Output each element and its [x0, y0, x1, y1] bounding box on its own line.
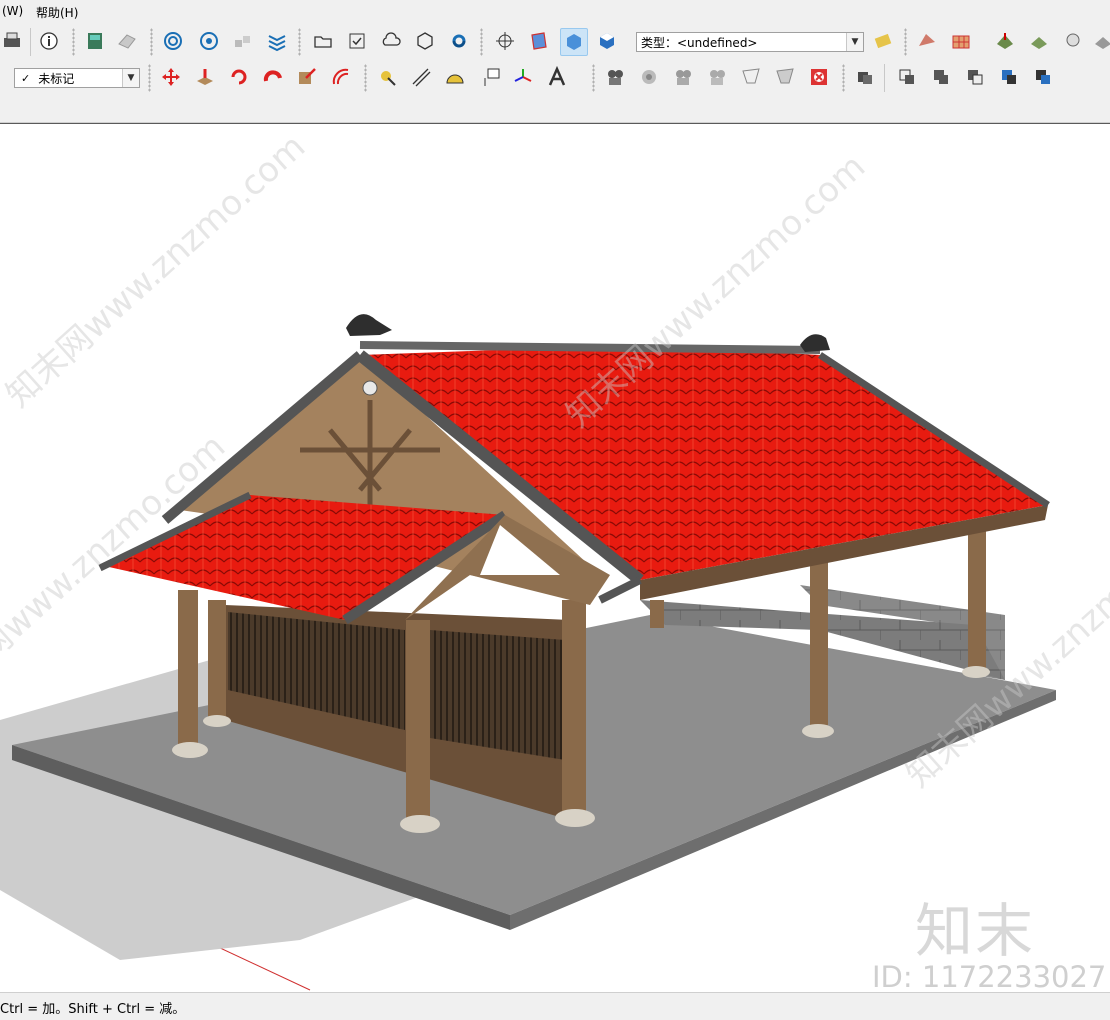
- union-icon[interactable]: [928, 64, 954, 90]
- position-camera-icon[interactable]: [602, 64, 628, 90]
- chevron-down-icon[interactable]: ▼: [122, 69, 139, 87]
- rotate-icon[interactable]: [226, 64, 252, 90]
- orbit-add-icon[interactable]: [196, 28, 222, 54]
- separator: [480, 28, 483, 56]
- solid-outer-shell-icon[interactable]: [852, 64, 878, 90]
- add-detail-icon[interactable]: [1090, 28, 1110, 54]
- type-dropdown-value: 类型：<undefined>: [641, 35, 758, 50]
- tag-dropdown[interactable]: ✓ 未标记 ▼: [14, 68, 140, 88]
- toolbar-area: 类型：<undefined> ▼ ✓ 未标记 ▼: [0, 22, 1110, 123]
- ridge-beast: [800, 334, 830, 352]
- follow-me-icon[interactable]: [260, 64, 286, 90]
- separator: [150, 28, 153, 56]
- separator: [884, 64, 885, 92]
- display-section-icon[interactable]: [560, 28, 588, 56]
- frustum-icon[interactable]: [738, 64, 764, 90]
- push-pull-icon[interactable]: [192, 64, 218, 90]
- column: [178, 590, 198, 745]
- folder-upload-icon[interactable]: [310, 28, 336, 54]
- protractor-icon[interactable]: [442, 64, 468, 90]
- status-bar: Ctrl = 加。Shift + Ctrl = 减。: [0, 992, 1110, 1020]
- lattice-door: [430, 630, 565, 760]
- intersect-icon[interactable]: [894, 64, 920, 90]
- chevron-down-icon[interactable]: ▼: [846, 33, 863, 51]
- separator: [364, 64, 367, 92]
- ridge-beast: [346, 314, 392, 336]
- section-plane-icon[interactable]: [526, 28, 552, 54]
- menu-window[interactable]: (W): [2, 4, 23, 18]
- column: [968, 530, 986, 670]
- column-base: [203, 715, 231, 727]
- sandbox-contours-icon[interactable]: [914, 28, 940, 54]
- components-icon[interactable]: [82, 28, 108, 54]
- menu-bar: (W) 帮助(H): [0, 0, 1110, 22]
- check-icon: ✓: [21, 71, 31, 85]
- sandbox-scratch-icon[interactable]: [948, 28, 974, 54]
- sync-icon[interactable]: [446, 28, 472, 54]
- separator: [148, 64, 151, 92]
- menu-help[interactable]: 帮助(H): [36, 4, 78, 21]
- checkbox-icon[interactable]: [344, 28, 370, 54]
- cubes-icon[interactable]: [230, 28, 256, 54]
- dimension-icon[interactable]: [408, 64, 434, 90]
- separator: [904, 28, 907, 56]
- toolbar-row-1: 类型：<undefined> ▼: [0, 24, 1110, 60]
- watermark-id: ID: 1172233027: [872, 960, 1107, 994]
- toolbar-row-2: ✓ 未标记 ▼: [0, 60, 1110, 96]
- gable-ornament: [362, 380, 378, 396]
- smoove-icon[interactable]: [992, 28, 1018, 54]
- 3d-text-icon[interactable]: [544, 64, 570, 90]
- scale-icon[interactable]: [294, 64, 320, 90]
- column: [208, 600, 226, 718]
- roof-ridge: [359, 341, 821, 354]
- orbit-target-icon[interactable]: [160, 28, 186, 54]
- camera-icon[interactable]: [704, 64, 730, 90]
- eraser-icon[interactable]: [114, 28, 140, 54]
- section-cut-icon[interactable]: [594, 28, 620, 54]
- type-dropdown[interactable]: 类型：<undefined> ▼: [636, 32, 864, 52]
- text-icon[interactable]: [478, 64, 504, 90]
- stamp-icon[interactable]: [1026, 28, 1052, 54]
- watermark-logo: 知末: [915, 897, 1036, 965]
- drape-icon[interactable]: [1060, 28, 1086, 54]
- classifier-icon[interactable]: [870, 28, 896, 54]
- model-info-icon[interactable]: [36, 28, 62, 54]
- layers-icon[interactable]: [264, 28, 290, 54]
- separator: [30, 28, 31, 56]
- look-around-icon[interactable]: [636, 64, 662, 90]
- delete-camera-icon[interactable]: [806, 64, 832, 90]
- offset-icon[interactable]: [328, 64, 354, 90]
- move-icon[interactable]: [158, 64, 184, 90]
- column-base: [400, 815, 440, 833]
- column-base: [172, 742, 208, 758]
- column: [650, 600, 664, 628]
- column: [810, 560, 828, 730]
- status-hint: Ctrl = 加。Shift + Ctrl = 减。: [0, 1002, 186, 1017]
- separator: [842, 64, 845, 92]
- separator: [298, 28, 301, 56]
- column-base: [802, 724, 834, 738]
- axes-icon[interactable]: [492, 28, 518, 54]
- column: [406, 620, 430, 820]
- cloud-upload-icon[interactable]: [378, 28, 404, 54]
- separator: [592, 64, 595, 92]
- box-download-icon[interactable]: [412, 28, 438, 54]
- print-icon[interactable]: [0, 28, 26, 54]
- subtract-icon[interactable]: [962, 64, 988, 90]
- separator: [72, 28, 75, 56]
- column-base: [555, 809, 595, 827]
- split-icon[interactable]: [1030, 64, 1056, 90]
- axes-tool-icon[interactable]: [510, 64, 536, 90]
- tape-measure-icon[interactable]: [374, 64, 400, 90]
- tag-dropdown-value: 未标记: [38, 71, 75, 86]
- column: [562, 600, 586, 814]
- model-viewport[interactable]: 知末网www.znzmo.com 知末网www.znzmo.com 知末网www…: [0, 124, 1110, 992]
- frustum-fill-icon[interactable]: [772, 64, 798, 90]
- walk-icon[interactable]: [670, 64, 696, 90]
- trim-icon[interactable]: [996, 64, 1022, 90]
